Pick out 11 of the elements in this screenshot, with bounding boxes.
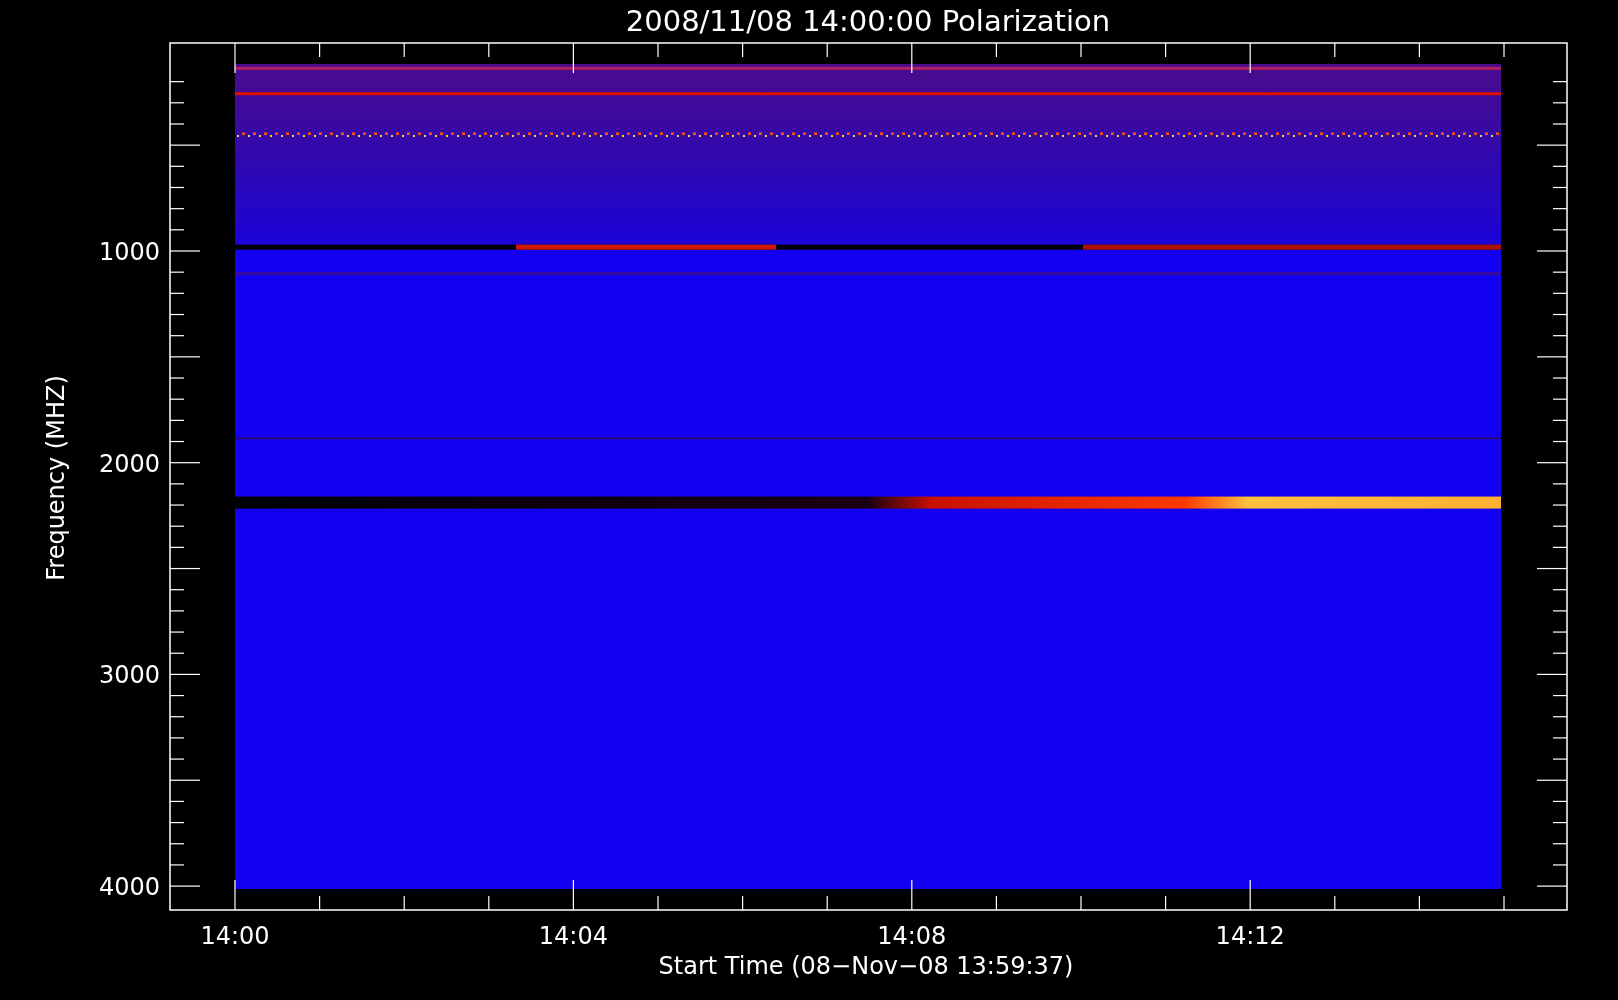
x-tick-label: 14:00 — [200, 922, 270, 950]
y-tick-label: 1000 — [98, 238, 160, 266]
chart-title: 2008/11/08 14:00:00 Polarization — [625, 4, 1111, 38]
x-tick-label: 14:04 — [538, 922, 608, 950]
y-tick-label: 2000 — [98, 449, 160, 478]
x-axis-title: Start Time (08−Nov−08 13:59:37) — [658, 952, 1074, 980]
x-tick-label: 14:08 — [877, 922, 947, 950]
y-tick-label: 3000 — [98, 661, 160, 690]
y-axis-title: Frequency (MHZ) — [42, 375, 70, 581]
x-tick-label: 14:12 — [1215, 922, 1285, 950]
y-tick-label: 4000 — [98, 873, 160, 902]
